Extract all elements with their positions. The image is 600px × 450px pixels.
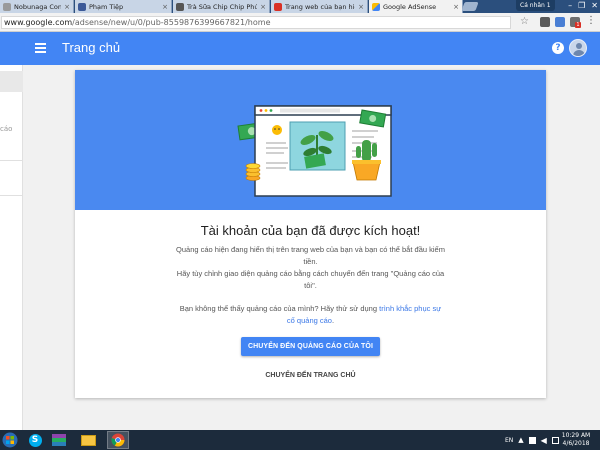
close-icon[interactable]: × [64, 3, 70, 11]
tab-label: Phạm Tiệp [89, 2, 124, 11]
bookmark-star-icon[interactable]: ☆ [520, 16, 529, 27]
tab-tra-sua[interactable]: Trà Sữa Chip Chip Phú C × [173, 0, 270, 13]
page-icon [176, 2, 184, 11]
coins-icon [245, 163, 261, 181]
gmail-icon [274, 2, 282, 11]
help-icon[interactable]: ? [552, 42, 564, 54]
window-controls: – ❐ ✕ [568, 0, 598, 12]
hero-illustration [75, 70, 546, 210]
language-indicator[interactable]: EN [505, 437, 513, 444]
troubleshoot-prefix: Bạn không thể thấy quảng cáo của mình? H… [179, 304, 378, 313]
troubleshoot-suffix: . [331, 316, 335, 325]
tab-label: Trang web của bạn hiện [285, 2, 356, 11]
avatar[interactable] [569, 39, 587, 57]
minimize-icon[interactable]: – [568, 0, 572, 12]
new-tab-button[interactable] [461, 2, 479, 11]
menu-icon[interactable] [35, 43, 46, 53]
url-host: www.google.com [4, 18, 73, 27]
close-icon[interactable]: × [260, 3, 266, 11]
tab-label: Trà Sữa Chip Chip Phú C [187, 2, 257, 11]
close-icon[interactable]: × [162, 3, 168, 11]
customize-text: Hãy tùy chỉnh giao diện quảng cáo bằng c… [176, 269, 445, 290]
chrome-icon[interactable] [107, 431, 129, 449]
tab-nobunaga[interactable]: Nobunaga Concerto - × [0, 0, 74, 13]
maximize-icon[interactable]: ❐ [578, 0, 585, 12]
close-icon[interactable]: × [358, 3, 364, 11]
clock[interactable]: 10:29 AM 4/6/2018 [559, 432, 593, 448]
notification-icon[interactable] [551, 436, 559, 444]
facebook-icon [78, 2, 86, 11]
volume-icon[interactable]: ◀ [541, 436, 547, 445]
page-title: Trang chủ [62, 40, 121, 55]
network-icon[interactable] [528, 436, 536, 444]
go-to-home-button[interactable]: CHUYỂN ĐẾN TRANG CHỦ [75, 372, 546, 379]
go-to-my-ads-button[interactable]: CHUYỂN ĐẾN QUẢNG CÁO CỦA TÔI [241, 337, 380, 356]
nav-item-selected[interactable] [0, 71, 23, 92]
extension-icon[interactable] [555, 17, 565, 27]
divider [0, 160, 23, 161]
tab-label: Google AdSense [383, 2, 437, 11]
clock-date: 4/6/2018 [562, 440, 590, 447]
url-field[interactable]: www.google.com/adsense/new/u/0/pub-85598… [1, 16, 511, 29]
app-header: Trang chủ ? [0, 32, 600, 65]
browser-tab-strip: Nobunaga Concerto - × Phạm Tiệp × Trà Sữ… [0, 0, 600, 13]
activation-title: Tài khoản của bạn đã được kích hoạt! [200, 223, 421, 238]
tray-arrow-icon[interactable]: ▲ [518, 436, 523, 444]
adsense-icon [372, 2, 380, 11]
side-nav: cáo [0, 65, 23, 435]
divider [0, 195, 23, 196]
clock-time: 10:29 AM [561, 432, 591, 439]
file-explorer-icon[interactable] [77, 431, 99, 449]
taskbar: S EN ▲ ◀ 10:29 AM 4/6/2018 [0, 430, 600, 450]
url-path: /adsense/new/u/0/pub-8559876399667821/ho… [72, 18, 271, 27]
tab-gmail[interactable]: Trang web của bạn hiện × [271, 0, 368, 13]
activation-card: Tài khoản của bạn đã được kích hoạt! Quả… [75, 70, 546, 398]
close-window-icon[interactable]: ✕ [591, 0, 598, 12]
browser-menu-icon[interactable]: ⋮ [586, 15, 596, 26]
profile-badge[interactable]: Cá nhân 1 [516, 0, 555, 11]
tab-adsense[interactable]: Google AdSense × [369, 0, 463, 13]
system-tray: EN ▲ ◀ [505, 430, 559, 450]
tab-pham-tiep[interactable]: Phạm Tiệp × [75, 0, 172, 13]
extension-icon[interactable] [540, 17, 550, 27]
page-icon [3, 2, 11, 11]
ads-showing-text: Quảng cáo hiện đang hiển thị trên trang … [176, 245, 445, 266]
website-money-illustration [237, 105, 392, 197]
nav-item-label[interactable]: cáo [0, 125, 12, 133]
tab-label: Nobunaga Concerto - [14, 2, 61, 11]
close-icon[interactable]: × [453, 3, 459, 11]
windows-start-icon[interactable] [2, 432, 18, 448]
winrar-icon[interactable] [48, 431, 70, 449]
troubleshoot-text: Bạn không thể thấy quảng cáo của mình? H… [175, 303, 446, 327]
address-bar-row: www.google.com/adsense/new/u/0/pub-85598… [0, 13, 600, 32]
notification-badge: 1 [575, 22, 581, 28]
skype-icon[interactable]: S [24, 431, 46, 449]
